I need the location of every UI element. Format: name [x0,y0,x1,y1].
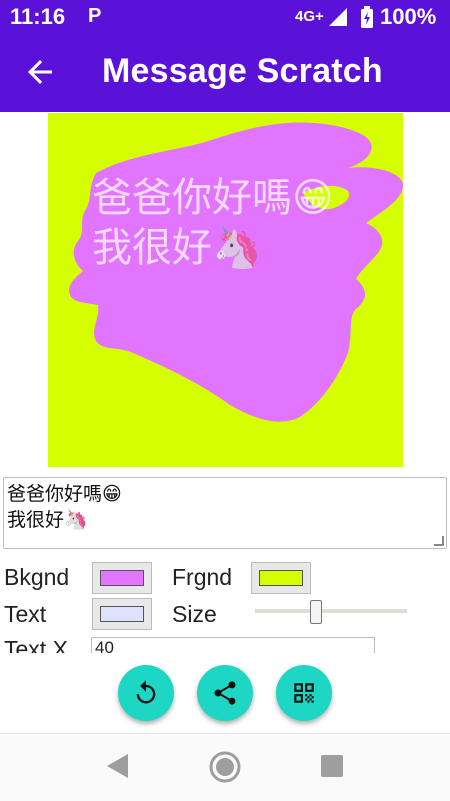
message-textarea[interactable]: 爸爸你好嗎😁 我很好🦄 [3,477,447,549]
bkgnd-color-button[interactable] [92,562,152,594]
frgnd-swatch [259,570,303,586]
notification-p-icon: P [88,5,102,27]
arrow-left-icon[interactable] [22,54,58,90]
qr-code-button[interactable] [276,665,332,721]
nav-home-icon[interactable] [208,750,242,784]
frgnd-label: Frgnd [172,564,233,590]
share-icon [214,681,236,705]
frgnd-color-button[interactable] [251,562,311,594]
size-slider[interactable] [255,598,407,624]
message-line-1: 爸爸你好嗎😁 [7,483,122,505]
size-slider-track [255,609,407,613]
reset-icon [136,680,156,704]
bkgnd-label: Bkgnd [4,564,70,590]
resize-handle-icon[interactable] [434,536,444,546]
app-bar: Message Scratch [0,34,450,112]
scratch-canvas[interactable]: 爸爸你好嗎😁 我很好🦄 [48,113,403,467]
system-nav-bar [0,733,450,801]
reset-button[interactable] [118,665,174,721]
status-bar: 11:16 P 4G+ 100% [0,0,450,34]
text-color-button[interactable] [92,598,152,630]
nav-recents-icon[interactable] [320,754,344,778]
status-time: 11:16 [10,4,66,29]
size-slider-thumb[interactable] [310,600,323,624]
signal-icon [329,8,347,26]
share-button[interactable] [197,665,253,721]
bkgnd-swatch [100,570,144,586]
text-swatch [100,606,144,622]
size-label: Size [172,601,217,627]
page-title: Message Scratch [102,52,383,90]
text-color-label: Text [4,601,47,627]
message-line-2: 我很好🦄 [7,509,88,531]
nav-back-icon[interactable] [104,752,130,780]
battery-percent: 100% [380,4,437,29]
qr-code-icon [294,683,314,703]
network-type: 4G+ [295,8,324,25]
battery-icon [361,6,373,28]
canvas-text-line-2: 我很好🦄 [92,225,262,271]
